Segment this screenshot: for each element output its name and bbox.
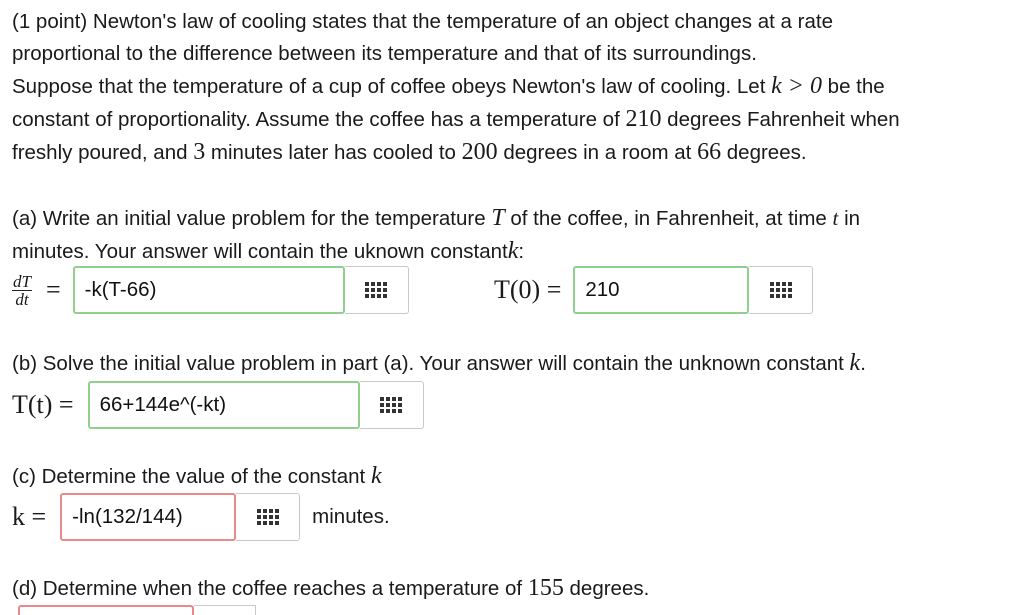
minutes-value: 3 (193, 139, 206, 165)
part-c-prompt: (c) Determine the value of the constant … (12, 460, 1017, 493)
equation-editor-button-a1[interactable] (344, 266, 409, 314)
fraction-numerator: dT (12, 271, 32, 291)
intro-line-5-mid: minutes later has cooled to (210, 141, 456, 164)
var-t: t (832, 206, 839, 230)
part-b-line-1: (b) Solve the initial value problem in p… (12, 352, 844, 375)
var-k: k (849, 350, 861, 376)
part-c-line-1: (c) Determine the value of the constant (12, 465, 366, 488)
intro-line-3: Suppose that the temperature of a cup of… (12, 75, 766, 98)
var-T: T (491, 205, 505, 231)
cooled-temp-value: 200 (461, 139, 498, 165)
grid-icon (380, 397, 403, 413)
var-k: k (507, 238, 519, 264)
equation-editor-button-b[interactable] (359, 381, 424, 429)
part-b-prompt: (b) Solve the initial value problem in p… (12, 347, 1017, 380)
part-d-line-1: (d) Determine when the coffee reaches a … (12, 577, 523, 600)
intro-line-5-room: degrees in a room at (503, 141, 692, 164)
part-a-line-1-end: in (844, 207, 861, 230)
period: . (860, 352, 866, 375)
intro-line-3-end: be the (827, 75, 885, 98)
part-a-prompt: (a) Write an initial value problem for t… (12, 202, 1017, 268)
problem-intro: (1 point) Newton's law of cooling states… (12, 6, 1017, 169)
answer-input-d[interactable] (18, 605, 194, 615)
k-positive-math: k > 0 (771, 73, 822, 99)
colon: : (518, 240, 525, 263)
part-d-prompt: (d) Determine when the coffee reaches a … (12, 572, 1017, 605)
unit-label: minutes. (312, 505, 390, 528)
intro-line-2: proportional to the difference between i… (12, 42, 757, 65)
fraction-denominator: dt (15, 289, 29, 309)
answer-input-dTdt[interactable]: -k(T-66) (72, 266, 345, 314)
intro-line-4-end: degrees Fahrenheit when (667, 108, 900, 131)
grid-icon (769, 282, 792, 298)
part-b-answer-row: T(t) = 66+144e^(-kt) (12, 381, 424, 429)
intro-line-5-end: degrees. (726, 141, 807, 164)
equation-editor-button-a2[interactable] (749, 266, 814, 314)
initial-temp-value: 210 (625, 106, 662, 132)
part-a-initial-row: T(0) = 210 (494, 266, 814, 314)
answer-input-k[interactable]: -ln(132/144) (60, 493, 237, 541)
part-c-answer-row: k = -ln(132/144) minutes. (12, 493, 390, 541)
answer-input-T0[interactable]: 210 (573, 266, 750, 314)
room-temp-value: 66 (697, 139, 722, 165)
part-d-line-1-end: degrees. (569, 577, 650, 600)
target-temp-value: 155 (527, 575, 564, 601)
part-a-line-2: minutes. Your answer will contain the uk… (12, 240, 508, 263)
grid-icon (365, 282, 388, 298)
grid-icon (256, 509, 279, 525)
k-label: k = (12, 502, 47, 531)
part-a-answer-row: dT dt = -k(T-66) (12, 266, 409, 314)
equals-sign: = (45, 275, 61, 304)
part-a-line-1: (a) Write an initial value problem for t… (12, 207, 486, 230)
intro-line-5: freshly poured, and (12, 141, 188, 164)
initial-condition-label: T(0) = (494, 275, 562, 304)
solution-label: T(t) = (12, 390, 74, 419)
intro-line-1: (1 point) Newton's law of cooling states… (12, 10, 833, 33)
part-a-line-1-mid: of the coffee, in Fahrenheit, at time (510, 207, 827, 230)
equation-editor-button-d[interactable] (194, 605, 256, 615)
answer-input-Tt[interactable]: 66+144e^(-kt) (87, 381, 360, 429)
equation-editor-button-c[interactable] (236, 493, 301, 541)
derivative-fraction: dT dt (12, 273, 32, 308)
intro-line-4: constant of proportionality. Assume the … (12, 108, 620, 131)
var-k: k (370, 463, 382, 489)
